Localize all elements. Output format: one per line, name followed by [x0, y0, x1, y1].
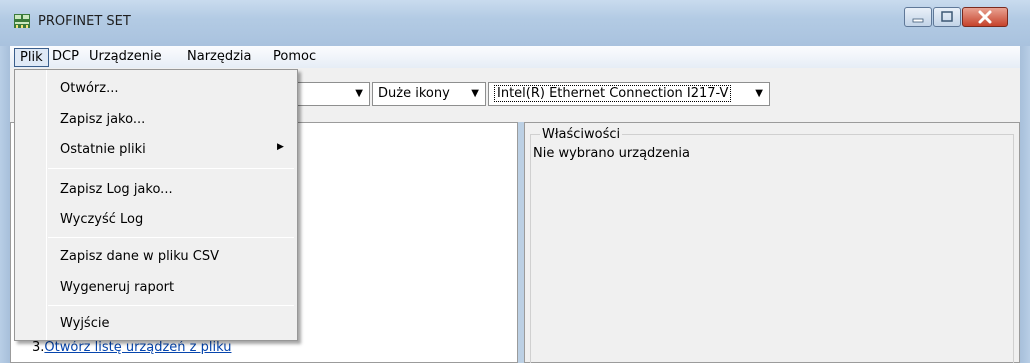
open-device-list-link[interactable]: 3.Otwórz listę urządzeń z pliku — [32, 340, 231, 355]
menu-separator — [48, 237, 294, 238]
file-menu-dropdown — [14, 69, 298, 341]
dropdown-arrow-icon: ▼ — [355, 88, 363, 99]
dropdown-arrow-icon: ▼ — [755, 88, 763, 99]
menu-plik[interactable]: Plik — [14, 48, 49, 67]
network-adapter-dropdown[interactable]: Intel(R) Ethernet Connection I217-V ▼ — [488, 82, 770, 106]
menu-dcp[interactable]: DCP — [47, 48, 84, 67]
window-title: PROFINET SET — [38, 14, 131, 29]
menu-bar: Plik DCP Urządzenie Narzędzia Pomoc — [10, 46, 1020, 68]
maximize-button[interactable] — [933, 7, 961, 27]
app-icon — [14, 14, 30, 28]
menu-item-save-log-as[interactable]: Zapisz Log jako... — [60, 182, 173, 197]
menu-item-save-csv[interactable]: Zapisz dane w pliku CSV — [60, 249, 219, 264]
link-text[interactable]: Otwórz listę urządzeń z pliku — [44, 340, 231, 355]
title-bar — [0, 0, 1030, 46]
first-dropdown[interactable]: ▼ — [294, 82, 370, 106]
menu-item-save-as[interactable]: Zapisz jako... — [60, 112, 145, 127]
maximize-icon — [941, 11, 953, 22]
menu-item-exit[interactable]: Wyjście — [60, 316, 109, 331]
properties-group-box — [530, 134, 1014, 363]
minimize-button[interactable] — [904, 7, 932, 27]
window-frame-left — [0, 46, 10, 363]
view-mode-dropdown[interactable]: Duże ikony ▼ — [372, 82, 486, 106]
minimize-icon — [912, 18, 924, 23]
menu-item-open[interactable]: Otwórz... — [60, 81, 118, 96]
menu-pomoc[interactable]: Pomoc — [268, 48, 321, 67]
menu-item-clear-log[interactable]: Wyczyść Log — [60, 212, 143, 227]
submenu-arrow-icon: ▶ — [277, 142, 284, 152]
properties-text: Nie wybrano urządzenia — [533, 146, 690, 161]
close-icon — [978, 10, 992, 24]
menu-separator — [48, 305, 294, 306]
menu-item-recent-files[interactable]: Ostatnie pliki — [60, 142, 146, 157]
adapter-value: Intel(R) Ethernet Connection I217-V — [494, 85, 732, 102]
menu-icon-column — [46, 70, 47, 340]
menu-urzadzenie[interactable]: Urządzenie — [84, 48, 167, 67]
dropdown-arrow-icon: ▼ — [471, 88, 479, 99]
menu-separator — [48, 168, 294, 169]
window-frame-right — [1020, 46, 1030, 363]
close-button[interactable] — [962, 7, 1008, 27]
properties-title: Właściwości — [540, 127, 623, 142]
view-mode-value: Duże ikony — [378, 86, 450, 101]
menu-narzedzia[interactable]: Narzędzia — [182, 48, 257, 67]
link-number: 3. — [32, 340, 45, 355]
menu-item-generate-report[interactable]: Wygeneruj raport — [60, 280, 174, 295]
